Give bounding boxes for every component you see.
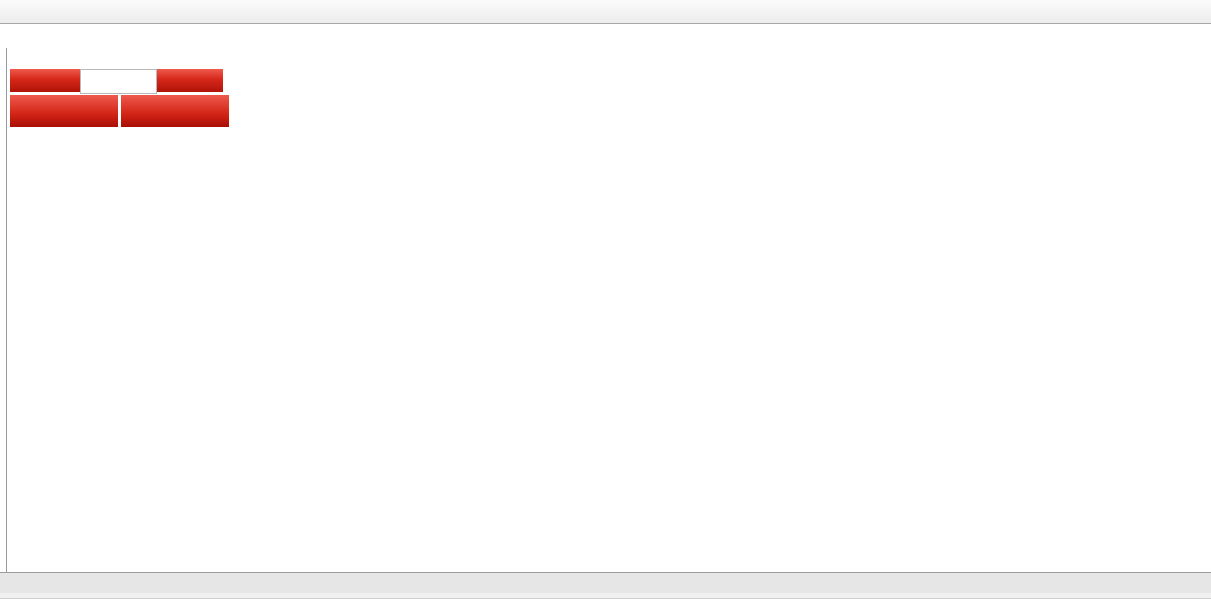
volume-increase-button[interactable]	[157, 69, 177, 94]
buy-price-display[interactable]	[121, 95, 229, 127]
buy-button[interactable]	[177, 69, 223, 94]
sell-button[interactable]	[10, 69, 60, 94]
trading-platform-window	[0, 0, 1211, 599]
sell-price-display[interactable]	[10, 95, 118, 127]
chart-plot-area	[8, 50, 1128, 575]
timeframe-toolbar	[0, 0, 1211, 24]
chart-window	[0, 24, 1211, 572]
window-left-border	[6, 48, 7, 595]
volume-input[interactable]	[80, 69, 157, 94]
volume-decrease-button[interactable]	[60, 69, 80, 94]
price-scale[interactable]	[1129, 50, 1211, 575]
one-click-trade-panel	[10, 69, 229, 127]
status-strip	[0, 593, 1211, 598]
chart-tab-bar	[0, 572, 1211, 594]
